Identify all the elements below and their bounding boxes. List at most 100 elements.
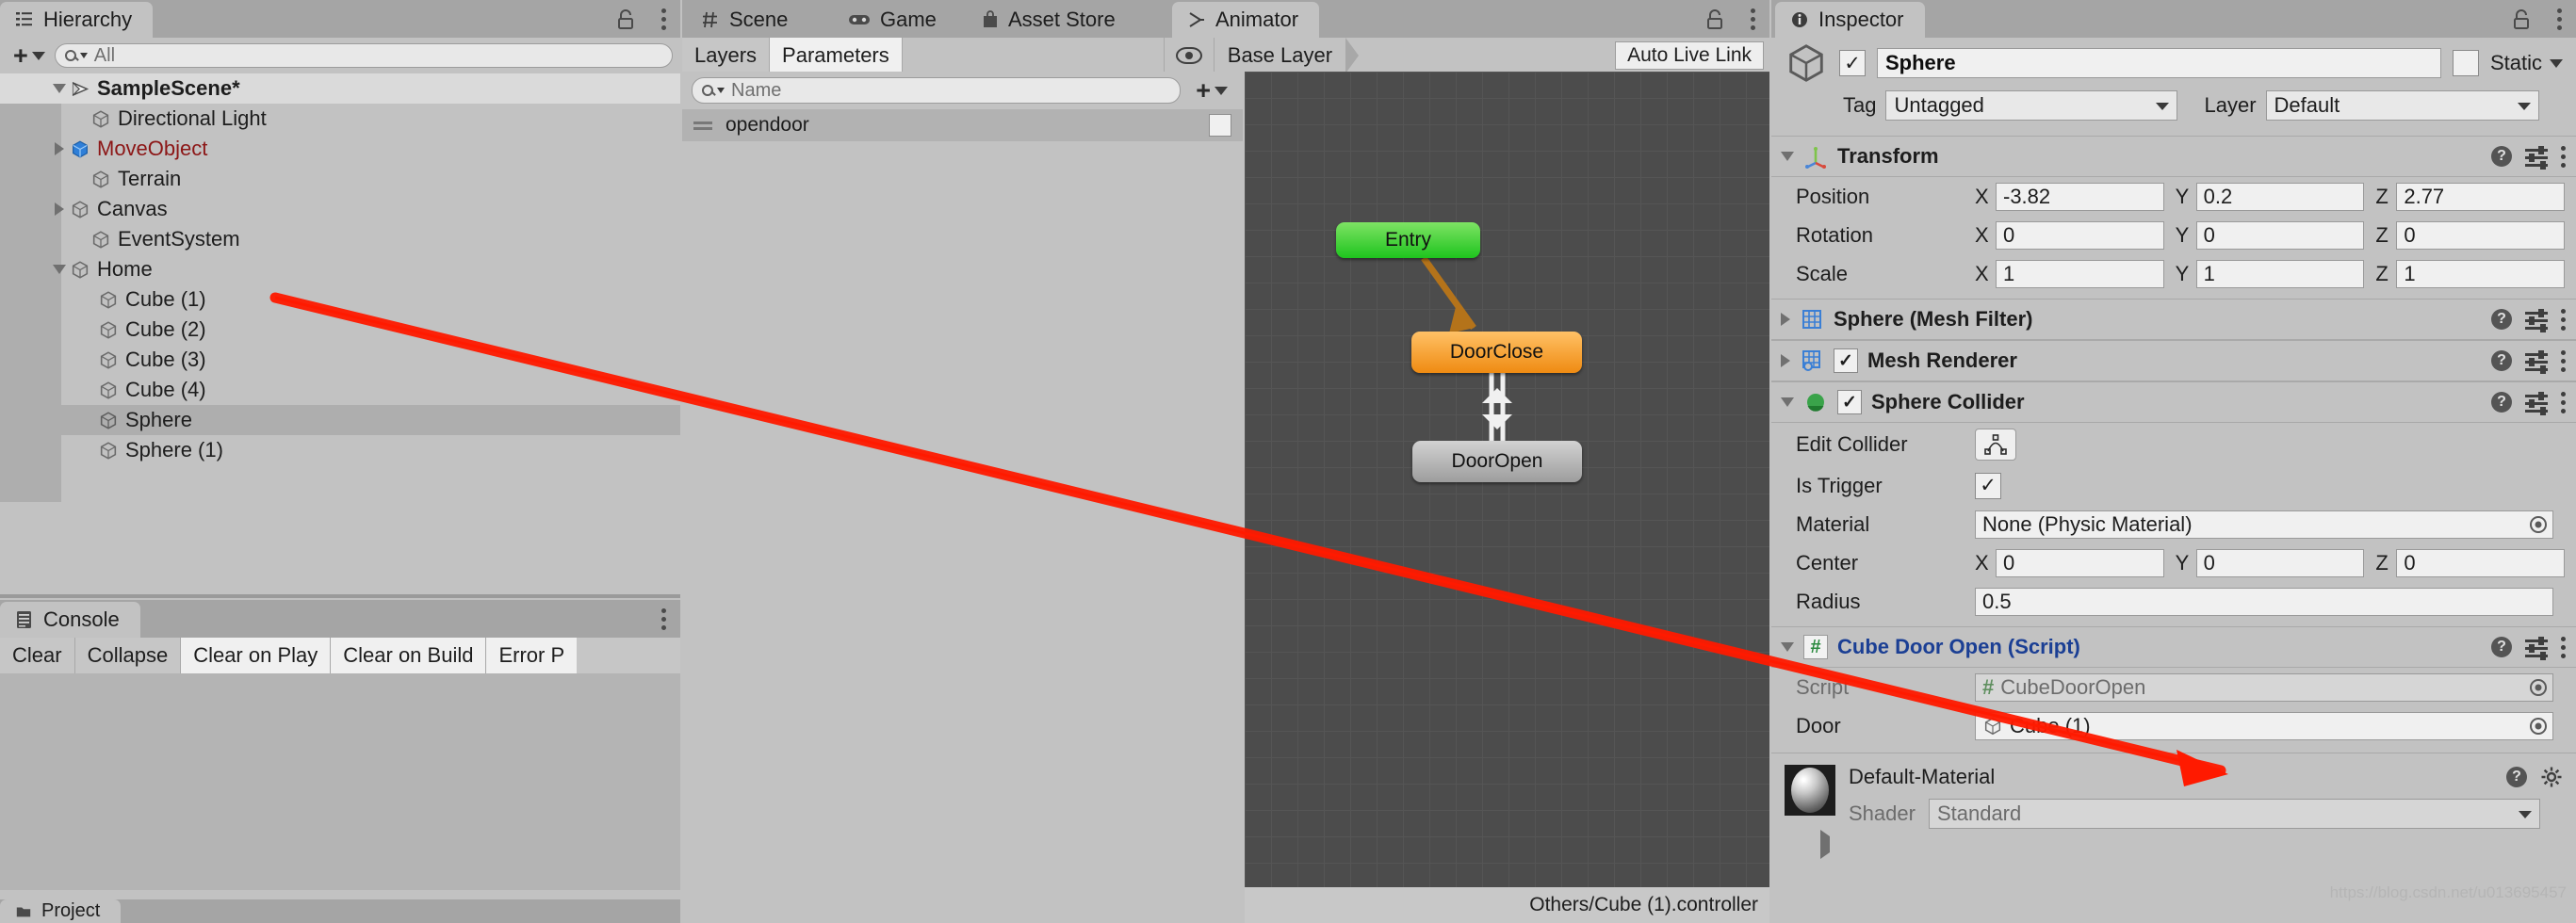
edit-collider-button[interactable] [1975,429,2016,461]
gear-icon[interactable] [2540,766,2563,788]
hierarchy-row-cube-1[interactable]: Cube (1) [0,284,680,315]
door-reference-field[interactable]: Cube (1) [1975,711,2553,740]
help-icon[interactable]: ? [2491,637,2512,657]
help-icon[interactable]: ? [2506,767,2527,787]
preset-icon[interactable] [2525,392,2548,415]
twisty-down-icon[interactable] [1781,642,1794,652]
tab-asset-store[interactable]: Asset Store [967,2,1136,38]
center-x-input[interactable]: 0 [1996,548,2164,577]
auto-live-link-button[interactable]: Auto Live Link [1615,41,1764,70]
tab-console[interactable]: Console [0,602,140,638]
radius-input[interactable]: 0.5 [1975,587,2553,616]
hierarchy-search-input[interactable]: All [54,43,673,68]
twisty-right-icon[interactable] [1781,354,1790,367]
clear-button[interactable]: Clear [0,638,75,673]
hierarchy-row-samplescene[interactable]: SampleScene* [0,73,680,104]
component-menu-icon[interactable] [2561,350,2567,372]
layer-dropdown[interactable]: Default [2265,90,2539,121]
component-header-transform[interactable]: Transform ? [1771,136,2576,177]
hierarchy-row-terrain[interactable]: Terrain [0,164,680,194]
clear-on-play-button[interactable]: Clear on Play [181,638,332,673]
rotation-x-input[interactable]: 0 [1996,220,2164,250]
state-node-doorclose[interactable]: DoorClose [1411,332,1582,373]
help-icon[interactable]: ? [2491,146,2512,167]
position-y-input[interactable]: 0.2 [2195,182,2365,211]
position-x-input[interactable]: -3.82 [1996,182,2164,211]
subtab-layers[interactable]: Layers [682,38,771,73]
animator-state-graph[interactable]: Entry DoorClose DoorOpen Others/Cube (1)… [1245,72,1769,923]
add-parameter-button[interactable]: + [1190,77,1233,104]
drag-handle-icon[interactable] [693,120,712,131]
hierarchy-row-cube-3[interactable]: Cube (3) [0,345,680,375]
tab-animator[interactable]: Animator [1172,2,1320,38]
object-picker-icon[interactable] [2530,678,2547,696]
hierarchy-row-sphere-1[interactable]: Sphere (1) [0,435,680,465]
tab-scene[interactable]: Scene [686,2,808,38]
create-object-button[interactable]: + [8,42,51,69]
console-log-area[interactable] [0,673,680,890]
object-enabled-checkbox[interactable]: ✓ [1839,50,1866,76]
tab-inspector[interactable]: Inspector [1775,2,1925,38]
static-label-group[interactable]: Static [2490,51,2563,75]
component-menu-icon[interactable] [2561,146,2567,168]
center-y-input[interactable]: 0 [2195,548,2365,577]
is-trigger-checkbox[interactable]: ✓ [1975,472,2001,499]
twisty-right-icon[interactable] [1820,830,1830,859]
state-node-entry[interactable]: Entry [1336,222,1480,258]
preset-icon[interactable] [2525,350,2548,374]
mesh-renderer-enabled-checkbox[interactable]: ✓ [1834,348,1858,373]
preset-icon[interactable] [2525,309,2548,332]
parameter-search-input[interactable]: Name [692,77,1182,104]
component-menu-icon[interactable] [2561,309,2567,331]
hierarchy-row-directional-light[interactable]: Directional Light [0,104,680,134]
parameter-row-opendoor[interactable]: opendoor [682,109,1243,141]
visibility-eye-icon[interactable] [1175,47,1202,64]
state-node-dooropen[interactable]: DoorOpen [1412,441,1582,482]
rotation-y-input[interactable]: 0 [2195,220,2365,250]
hierarchy-menu-icon[interactable] [661,8,667,30]
object-picker-icon[interactable] [2530,515,2547,533]
physic-material-field[interactable]: None (Physic Material) [1975,510,2553,539]
hierarchy-empty-area[interactable] [0,502,680,596]
rotation-z-input[interactable]: 0 [2396,220,2566,250]
parameter-bool-checkbox[interactable] [1209,114,1231,137]
lock-icon[interactable] [616,9,635,30]
hierarchy-row-eventsystem[interactable]: EventSystem [0,224,680,254]
twisty-down-icon[interactable] [1781,152,1794,161]
hierarchy-row-cube-2[interactable]: Cube (2) [0,315,680,345]
breadcrumb[interactable]: Base Layer [1215,38,1345,73]
lock-icon[interactable] [2512,9,2531,30]
scale-z-input[interactable]: 1 [2396,259,2566,288]
twisty-down-icon[interactable] [53,265,66,274]
help-icon[interactable]: ? [2491,309,2512,330]
hierarchy-row-sphere[interactable]: Sphere [0,405,680,435]
object-name-input[interactable]: Sphere [1877,48,2441,78]
chevron-down-icon[interactable] [2550,58,2563,68]
component-menu-icon[interactable] [2561,392,2567,413]
hierarchy-row-cube-4[interactable]: Cube (4) [0,375,680,405]
scale-x-input[interactable]: 1 [1996,259,2164,288]
twisty-down-icon[interactable] [53,84,66,93]
hierarchy-row-canvas[interactable]: Canvas [0,194,680,224]
tab-hierarchy[interactable]: Hierarchy [0,2,154,38]
hierarchy-splitter[interactable] [0,594,680,598]
sphere-collider-enabled-checkbox[interactable]: ✓ [1837,390,1862,414]
component-header-mesh-renderer[interactable]: ✓ Mesh Renderer ? [1771,340,2576,381]
twisty-down-icon[interactable] [1781,397,1794,407]
material-expand-row[interactable] [1820,830,2563,859]
collapse-button[interactable]: Collapse [74,638,182,673]
inspector-menu-icon[interactable] [2557,8,2563,30]
shader-dropdown[interactable]: Standard [1928,799,2540,829]
twisty-right-icon[interactable] [55,202,64,216]
object-picker-icon[interactable] [2530,717,2547,735]
center-z-input[interactable]: 0 [2396,548,2566,577]
component-header-script[interactable]: # Cube Door Open (Script) ? [1771,626,2576,668]
animator-menu-icon[interactable] [1751,8,1756,30]
hierarchy-row-moveobject[interactable]: MoveObject [0,134,680,164]
console-menu-icon[interactable] [661,608,667,630]
error-pause-button[interactable]: Error P [486,638,578,673]
position-z-input[interactable]: 2.77 [2396,182,2566,211]
twisty-right-icon[interactable] [1781,313,1790,326]
hierarchy-tree[interactable]: SampleScene* Directional Light MoveObjec… [0,73,680,502]
help-icon[interactable]: ? [2491,392,2512,413]
